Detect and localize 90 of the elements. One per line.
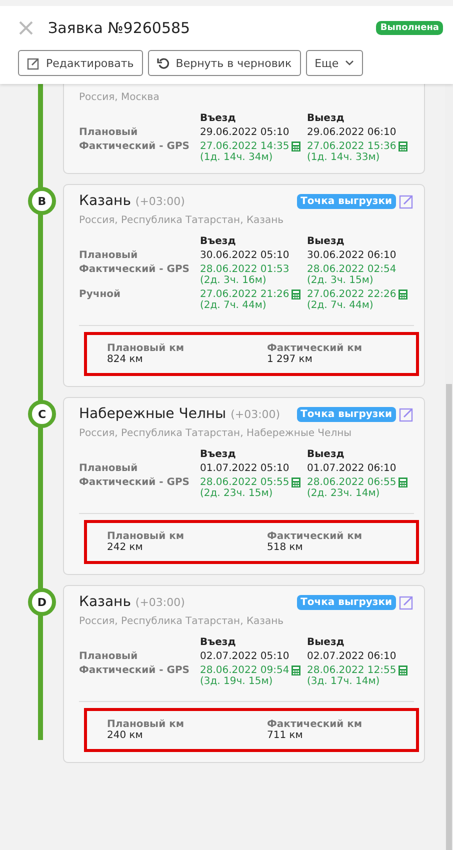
time-value: 28.06.2022 09:54: [200, 665, 290, 676]
time-value: 27.06.2022 15:36: [307, 141, 396, 152]
edit-icon[interactable]: [399, 194, 414, 208]
row-label: Плановый: [79, 651, 139, 662]
time-value: 29.06.2022 06:10: [307, 127, 396, 138]
status-badge: Выполнена: [376, 21, 443, 35]
close-icon[interactable]: [18, 20, 34, 36]
distance-label: Плановый км: [107, 343, 186, 354]
column-header: Въезд: [200, 113, 237, 124]
distance-value: 711 км: [267, 730, 304, 741]
column-header: Выезд: [307, 113, 346, 124]
stop-type-badge: Точка выгрузки: [296, 594, 396, 610]
edit-icon: [27, 56, 40, 70]
revert-button[interactable]: Вернуть в черновик: [148, 50, 301, 76]
city-name: Казань (+03:00): [79, 594, 185, 610]
distance-value: 240 км: [107, 730, 144, 741]
time-value: 28.06.2022 02:54: [307, 264, 396, 275]
column-header: Выезд: [307, 637, 346, 648]
calculator-icon[interactable]: [291, 665, 302, 676]
distance-label: Плановый км: [107, 719, 186, 730]
address: Россия, Республика Татарстан, Казань: [79, 616, 285, 627]
time-value: 28.06.2022 12:55: [307, 665, 396, 676]
time-difference: (2д. 7ч. 44м): [307, 300, 374, 311]
column-header: Выезд: [307, 236, 346, 247]
calculator-icon[interactable]: [398, 477, 408, 488]
edit-button[interactable]: Редактировать: [18, 50, 143, 76]
time-difference: (3д. 19ч. 15м): [200, 676, 274, 687]
address: Россия, Республика Татарстан, Казань: [79, 215, 285, 226]
calculator-icon[interactable]: [398, 289, 408, 300]
time-difference: (1д. 14ч. 33м): [307, 152, 381, 163]
column-header: Въезд: [200, 637, 237, 648]
time-value: 01.07.2022 05:10: [200, 463, 290, 474]
distance-value: 518 км: [267, 542, 304, 553]
row-label: Фактический - GPS: [79, 477, 190, 490]
distance-label: Фактический км: [267, 343, 364, 354]
stop-marker: B: [28, 187, 56, 215]
more-button[interactable]: Еще: [306, 50, 363, 76]
time-difference: (2д. 7ч. 44м): [200, 300, 268, 311]
distance-label: Фактический км: [267, 719, 364, 730]
time-difference: (1д. 14ч. 34м): [200, 152, 274, 163]
stop-type-badge: Точка выгрузки: [296, 194, 396, 208]
distance-value: 824 км: [107, 354, 144, 365]
row-label: Фактический - GPS: [79, 141, 190, 154]
time-value: 28.06.2022 01:53: [200, 264, 290, 275]
row-label: Фактический - GPS: [79, 264, 190, 277]
distance-label: Плановый км: [107, 531, 186, 542]
calculator-icon[interactable]: [291, 141, 302, 152]
distance-label: Фактический км: [267, 531, 364, 542]
chevron-down-icon: [344, 60, 354, 66]
city-name: Набережные Челны (+03:00): [79, 406, 280, 422]
time-value: 27.06.2022 21:26: [200, 289, 290, 300]
row-label: Плановый: [79, 250, 139, 261]
row-label: Плановый: [79, 127, 139, 138]
column-header: Въезд: [200, 236, 237, 247]
time-value: 01.07.2022 06:10: [307, 463, 396, 474]
stop-type-badge: Точка выгрузки: [296, 406, 396, 422]
time-value: 27.06.2022 22:26: [307, 289, 396, 300]
stop-marker: C: [28, 400, 56, 428]
address: Россия, Республика Татарстан, Набережные Челны: [79, 428, 353, 439]
stop-marker: D: [28, 588, 56, 616]
time-difference: (2д. 23ч. 14м): [307, 488, 381, 499]
column-header: Выезд: [307, 449, 346, 460]
row-label: Фактический - GPS: [79, 665, 190, 678]
time-value: 30.06.2022 05:10: [200, 250, 290, 261]
calculator-icon[interactable]: [291, 289, 302, 300]
calculator-icon[interactable]: [398, 141, 408, 152]
undo-icon: [156, 56, 170, 70]
time-value: 02.07.2022 06:10: [307, 651, 396, 662]
address: Россия, Москва: [79, 92, 160, 103]
time-value: 28.06.2022 06:55: [307, 477, 396, 488]
time-difference: (2д. 3ч. 16м): [200, 275, 268, 286]
time-value: 28.06.2022 05:55: [200, 477, 290, 488]
time-value: 30.06.2022 06:10: [307, 250, 396, 261]
city-name: Казань (+03:00): [79, 193, 185, 209]
time-value: 02.07.2022 05:10: [200, 651, 290, 662]
distance-value: 242 км: [107, 542, 144, 553]
time-value: 29.06.2022 05:10: [200, 127, 290, 138]
time-difference: (3д. 17ч. 14м): [307, 676, 381, 687]
row-label: Ручной: [79, 289, 122, 302]
time-difference: (2д. 23ч. 15м): [200, 488, 274, 499]
calculator-icon[interactable]: [398, 665, 408, 676]
row-label: Плановый: [79, 463, 139, 474]
window-title: Заявка №9260585: [48, 19, 192, 37]
distance-value: 1 297 км: [267, 354, 314, 365]
column-header: Въезд: [200, 449, 237, 460]
edit-icon[interactable]: [399, 406, 414, 422]
time-value: 27.06.2022 14:35: [200, 141, 290, 152]
calculator-icon[interactable]: [291, 477, 302, 488]
time-difference: (2д. 3ч. 15м): [307, 275, 374, 286]
edit-icon[interactable]: [399, 594, 414, 610]
